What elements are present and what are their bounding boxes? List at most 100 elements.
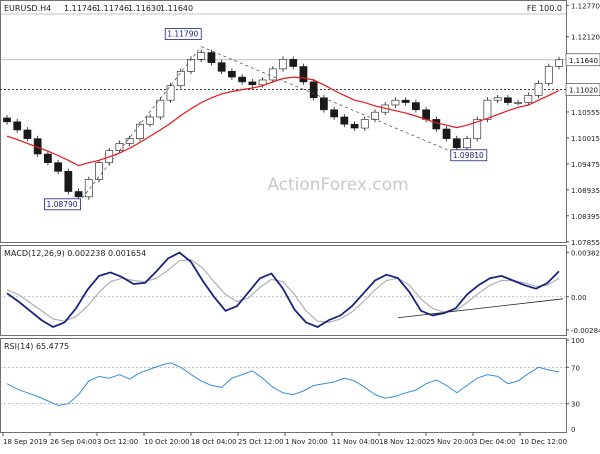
- macd-ytick-label: 0.00: [571, 294, 587, 302]
- chart-svg: ActionForex.com EURUSD.H4 1.11746 1.1174…: [0, 0, 600, 446]
- macd-signal-line: [6, 258, 560, 324]
- x-tick-label: 18 Oct 04:00: [191, 438, 237, 446]
- price-ytick-label: 1.07855: [571, 239, 600, 247]
- rsi-ytick-label: 30: [571, 401, 580, 409]
- candle-body: [350, 123, 359, 129]
- candle-body: [340, 116, 349, 125]
- candle-body: [176, 71, 185, 87]
- candle-body: [84, 179, 93, 198]
- candle-body: [13, 121, 22, 131]
- price-ytick-label: 1.10015: [571, 135, 600, 143]
- candle-body: [268, 68, 277, 81]
- ohlc-low: 1.11630: [128, 4, 161, 13]
- price-ytick-label: 1.08395: [571, 213, 600, 221]
- price-ytick-label: 1.12770: [571, 2, 600, 10]
- ohlc-open: 1.11746: [64, 4, 97, 13]
- price-panel-frame: [0, 0, 567, 243]
- x-tick-label: 25 Oct 12:00: [238, 438, 284, 446]
- macd-main-line: [6, 251, 560, 329]
- candle-body: [299, 66, 308, 83]
- candle-body: [258, 79, 267, 86]
- candle-body: [166, 85, 175, 101]
- price-annotation-label: 1.09810: [453, 151, 484, 160]
- x-tick-label: 26 Sep 04:00: [50, 438, 97, 446]
- candle-body: [217, 62, 226, 72]
- forex-chart: ActionForex.com EURUSD.H4 1.11746 1.1174…: [0, 0, 600, 450]
- macd-trend-line: [397, 298, 564, 319]
- candle-body: [524, 95, 533, 103]
- ohlc-close: 1.11640: [160, 4, 193, 13]
- candle-body: [452, 138, 461, 149]
- candle-body: [228, 71, 236, 78]
- candle-body: [64, 171, 73, 192]
- rsi-ytick-label: 100: [571, 337, 584, 345]
- ohlc-header: 1.11746 1.11746 1.11630 1.11640: [64, 4, 193, 13]
- price-annotation-label: 1.08790: [47, 200, 78, 209]
- price-annotation-label: 1.11790: [167, 30, 198, 39]
- x-tick-label: 18 Sep 2019: [3, 438, 47, 446]
- ohlc-high: 1.11746: [96, 4, 129, 13]
- price-ytick-label: 1.08935: [571, 187, 600, 195]
- candle-body: [136, 123, 144, 139]
- candle-body: [514, 102, 522, 104]
- candle-body: [23, 129, 32, 139]
- macd-label: MACD(12,26,9) 0.002238 0.001654: [4, 249, 146, 258]
- candle-body: [320, 97, 328, 111]
- candle-body: [463, 138, 471, 149]
- fe-label: FE 100.0: [527, 4, 562, 13]
- candle-body: [207, 52, 216, 63]
- candle-body: [493, 97, 502, 101]
- candle-body: [504, 97, 512, 103]
- price-ytick-label: 1.12120: [571, 34, 600, 42]
- x-tick-label: 3 Dec 04:00: [473, 438, 516, 446]
- rsi-line: [6, 362, 560, 407]
- x-tick-label: 10 Oct 20:00: [144, 438, 190, 446]
- rsi-layer: [0, 362, 566, 407]
- candle-body: [534, 83, 543, 96]
- x-tick-label: 25 Nov 20:00: [426, 438, 473, 446]
- candle-body: [238, 76, 246, 83]
- candle-body: [442, 128, 451, 139]
- candle-body: [309, 81, 318, 99]
- candle-body: [54, 162, 62, 172]
- candle-body: [412, 102, 420, 111]
- rsi-ytick-label: 70: [571, 364, 580, 372]
- x-tick-label: 11 Nov 04:00: [332, 438, 379, 446]
- candle-body: [248, 81, 257, 86]
- macd-ytick-label: 0.003826: [571, 249, 600, 257]
- candle-body: [544, 66, 553, 84]
- watermark-text: ActionForex.com: [267, 175, 408, 195]
- rsi-label: RSI(14) 65.4775: [4, 342, 69, 351]
- candle-body: [74, 191, 83, 198]
- price-ytick-label: 1.09475: [571, 161, 600, 169]
- candle-body: [401, 99, 410, 103]
- candle-body: [360, 119, 369, 129]
- candle-body: [146, 116, 154, 125]
- candle-body: [3, 117, 11, 123]
- candle-body: [187, 58, 195, 72]
- x-tick-label: 10 Dec 12:00: [520, 438, 567, 446]
- candle-body: [197, 52, 206, 60]
- candle-body: [391, 99, 400, 106]
- candle-body: [279, 58, 287, 70]
- candle-body: [371, 111, 379, 120]
- x-tick-label: 1 Nov 20:00: [285, 438, 328, 446]
- price-symbol-label: EURUSD.H4: [4, 4, 51, 13]
- macd-ytick-label: -0.002849: [571, 327, 600, 335]
- rsi-ytick-label: 0: [571, 426, 575, 434]
- candle-body: [432, 119, 441, 130]
- candle-body: [555, 59, 563, 67]
- support-level-label: 1.11020: [569, 87, 598, 95]
- candle-body: [483, 99, 492, 120]
- x-tick-label: 3 Oct 12:00: [97, 438, 138, 446]
- candle-body: [115, 143, 124, 151]
- candle-body: [44, 153, 52, 163]
- trend-line-down: [201, 46, 457, 155]
- candle-body: [330, 109, 338, 118]
- candle-body: [156, 99, 165, 118]
- candle-body: [289, 58, 298, 67]
- price-ytick-label: 1.10555: [571, 109, 600, 117]
- macd-layer: [0, 251, 566, 329]
- current-price-label: 1.11640: [569, 57, 598, 65]
- x-tick-label: 18 Nov 12:00: [379, 438, 426, 446]
